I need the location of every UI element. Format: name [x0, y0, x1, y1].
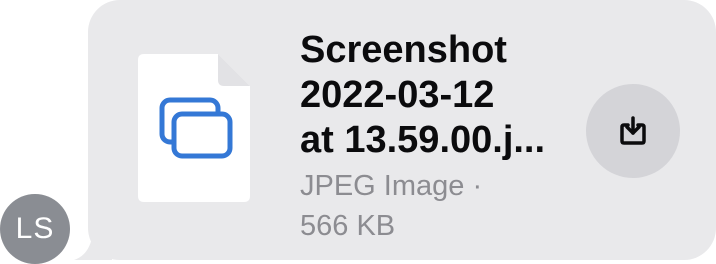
- message-row: Screenshot 2022-03-12 at 13.59.00.j... J…: [0, 0, 716, 264]
- file-name: Screenshot 2022-03-12 at 13.59.00.j...: [300, 29, 546, 161]
- file-thumbnail[interactable]: [138, 54, 250, 202]
- download-tray-icon: [620, 116, 646, 145]
- avatar[interactable]: LS: [0, 194, 70, 264]
- download-button[interactable]: [586, 84, 680, 178]
- file-type-size: JPEG Image · 566 KB: [300, 170, 483, 242]
